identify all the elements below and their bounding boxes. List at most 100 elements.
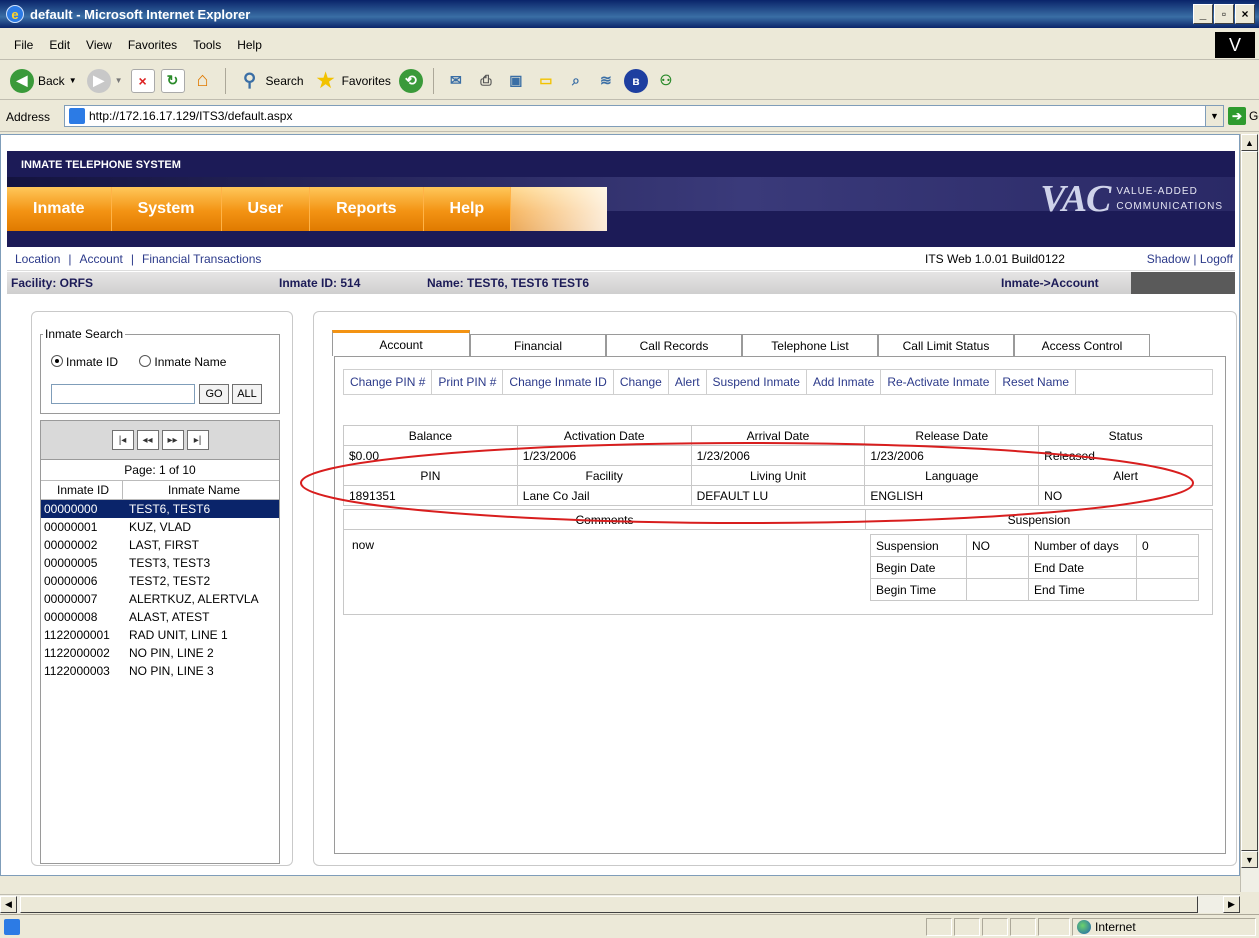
search-button[interactable]: ⚲ Search <box>236 67 306 95</box>
sub-nav: Location | Account | Financial Transacti… <box>7 247 1235 271</box>
comments-text: now <box>352 538 375 552</box>
menu-favorites[interactable]: Favorites <box>120 38 185 52</box>
nav-reports[interactable]: Reports <box>310 187 424 231</box>
table-row[interactable]: 00000006 TEST2, TEST2 <box>41 572 279 590</box>
subnav-account[interactable]: Account <box>72 252 131 266</box>
menu-tools[interactable]: Tools <box>185 38 229 52</box>
change-inmate-id-link[interactable]: Change Inmate ID <box>503 370 614 394</box>
forward-button[interactable]: ▶ ▼ <box>85 67 125 95</box>
users-icon[interactable]: ⚇ <box>654 69 678 93</box>
refresh-icon[interactable]: ↻ <box>160 68 185 93</box>
row-name: TEST3, TEST3 <box>129 556 211 570</box>
favorites-label: Favorites <box>341 73 391 88</box>
change-link[interactable]: Change <box>614 370 669 394</box>
search-input[interactable] <box>51 384 195 404</box>
all-button[interactable]: ALL <box>232 384 262 404</box>
vertical-scrollbar[interactable]: ▲ ▼ <box>1240 134 1259 892</box>
begin-date-value <box>966 556 1029 579</box>
forward-dropdown-icon[interactable]: ▼ <box>115 76 123 85</box>
menu-edit[interactable]: Edit <box>41 38 78 52</box>
scroll-up-icon[interactable]: ▲ <box>1241 134 1258 151</box>
research-icon[interactable]: ⌕ <box>564 69 588 93</box>
bluetooth-icon[interactable]: ʙ <box>623 68 648 93</box>
tab-call-records[interactable]: Call Records <box>606 334 742 356</box>
tab-account[interactable]: Account <box>332 330 470 356</box>
address-dropdown-icon[interactable]: ▼ <box>1205 106 1223 126</box>
row-id: 00000002 <box>44 538 98 552</box>
print-icon[interactable]: ⎙ <box>474 69 498 93</box>
menu-view[interactable]: View <box>78 38 120 52</box>
begin-date-label: Begin Date <box>870 556 967 579</box>
tab-strip: Account Financial Call Records Telephone… <box>322 330 1226 356</box>
radio-inmate-name[interactable]: Inmate Name <box>139 355 226 369</box>
horizontal-scrollbar[interactable]: ◀ ▶ <box>0 894 1240 913</box>
back-button[interactable]: ◀ Back ▼ <box>8 67 79 95</box>
edit-icon[interactable]: ▣ <box>504 69 528 93</box>
go-label: Go <box>1249 109 1259 123</box>
subnav-location[interactable]: Location <box>7 252 68 266</box>
add-inmate-link[interactable]: Add Inmate <box>807 370 882 394</box>
window-title: default - Microsoft Internet Explorer <box>30 6 251 22</box>
last-page-button[interactable]: ▸| <box>186 430 209 450</box>
comments-header: Comments <box>344 510 866 530</box>
print-pin-link[interactable]: Print PIN # <box>432 370 504 394</box>
tab-call-limit-status[interactable]: Call Limit Status <box>878 334 1014 356</box>
table-row[interactable]: 00000008 ALAST, ATEST <box>41 608 279 626</box>
table-row[interactable]: 1122000001 RAD UNIT, LINE 1 <box>41 626 279 644</box>
page-info: Page: 1 of 10 <box>40 460 280 480</box>
table-row[interactable]: 00000002 LAST, FIRST <box>41 536 279 554</box>
toolbar-separator <box>432 67 434 94</box>
scroll-thumb[interactable] <box>20 896 1198 913</box>
language-value: ENGLISH <box>864 485 1040 506</box>
home-icon[interactable]: ⌂ <box>191 69 215 93</box>
back-dropdown-icon[interactable]: ▼ <box>69 76 77 85</box>
alert-link[interactable]: Alert <box>669 370 707 394</box>
radio-inmate-id[interactable]: Inmate ID <box>51 355 118 369</box>
suspension-header: Suspension <box>866 510 1212 530</box>
stop-icon[interactable]: × <box>130 68 155 93</box>
nav-user[interactable]: User <box>222 187 311 231</box>
go-button[interactable]: ➔ Go <box>1228 107 1259 125</box>
nav-help[interactable]: Help <box>424 187 512 231</box>
go-search-button[interactable]: GO <box>199 384 229 404</box>
reactivate-inmate-link[interactable]: Re-Activate Inmate <box>881 370 997 394</box>
nav-system[interactable]: System <box>112 187 222 231</box>
history-icon[interactable]: ⟲ <box>398 68 423 93</box>
table-row[interactable]: 1122000003 NO PIN, LINE 3 <box>41 662 279 680</box>
change-pin-link[interactable]: Change PIN # <box>344 370 433 394</box>
minimize-button[interactable]: _ <box>1193 4 1213 24</box>
suspend-inmate-link[interactable]: Suspend Inmate <box>707 370 807 394</box>
table-row[interactable]: 00000005 TEST3, TEST3 <box>41 554 279 572</box>
close-button[interactable]: × <box>1235 4 1255 24</box>
table-row[interactable]: 00000000 TEST6, TEST6 <box>41 500 279 518</box>
menu-file[interactable]: File <box>6 38 41 52</box>
messenger-icon[interactable]: ≋ <box>594 69 618 93</box>
prev-page-button[interactable]: ◂◂ <box>136 430 159 450</box>
scroll-down-icon[interactable]: ▼ <box>1241 851 1258 868</box>
menu-help[interactable]: Help <box>229 38 270 52</box>
next-page-button[interactable]: ▸▸ <box>161 430 184 450</box>
reset-name-link[interactable]: Reset Name <box>996 370 1077 394</box>
shadow-logoff-links[interactable]: Shadow | Logoff <box>1147 252 1233 266</box>
table-row[interactable]: 1122000002 NO PIN, LINE 2 <box>41 644 279 662</box>
crumb-background <box>1131 272 1235 294</box>
scroll-left-icon[interactable]: ◀ <box>0 895 17 913</box>
address-input[interactable]: http://172.16.17.129/ITS3/default.aspx ▼ <box>64 105 1224 127</box>
mail-icon[interactable]: ✉ <box>444 69 468 93</box>
row-id: 00000008 <box>44 610 98 624</box>
nav-inmate[interactable]: Inmate <box>7 187 112 231</box>
folder-icon[interactable]: ▭ <box>534 69 558 93</box>
tab-financial[interactable]: Financial <box>470 334 606 356</box>
scroll-thumb[interactable] <box>1241 151 1258 851</box>
first-page-button[interactable]: |◂ <box>111 430 134 450</box>
maximize-button[interactable]: ▫ <box>1214 4 1234 24</box>
tab-telephone-list[interactable]: Telephone List <box>742 334 878 356</box>
subnav-financial-transactions[interactable]: Financial Transactions <box>134 252 269 266</box>
comments-suspension-box: Comments now Suspension Suspension NO Nu… <box>343 509 1213 615</box>
column-inmate-id: Inmate ID <box>41 481 123 499</box>
tab-access-control[interactable]: Access Control <box>1014 334 1150 356</box>
table-row[interactable]: 00000007 ALERTKUZ, ALERTVLA <box>41 590 279 608</box>
table-row[interactable]: 00000001 KUZ, VLAD <box>41 518 279 536</box>
favorites-button[interactable]: ★ Favorites <box>312 67 393 95</box>
scroll-right-icon[interactable]: ▶ <box>1223 895 1240 913</box>
